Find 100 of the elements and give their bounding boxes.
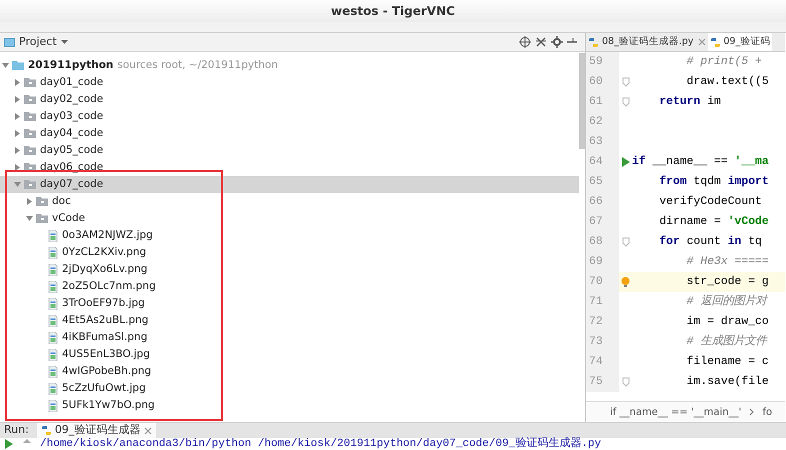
console-output: /home/kiosk/anaconda3/bin/python /home/kiosk/201911python/day07_code/09_验证码生成器.py: [40, 438, 602, 450]
tree-item[interactable]: 201911python sources root, ~/201911python: [0, 57, 579, 74]
line-number: 70: [586, 272, 619, 292]
code-line: dirname = 'vCode: [658, 214, 769, 230]
image-file-icon: [48, 348, 58, 360]
editor-tab[interactable]: 08_验证码生成器.py: [586, 33, 708, 51]
tree-item[interactable]: day01_code: [0, 74, 579, 91]
scrollbar-thumb[interactable]: [579, 53, 585, 149]
tree-label: 4wIGPobeBh.png: [62, 364, 152, 379]
line-number: 60: [586, 72, 619, 92]
run-icon[interactable]: [620, 157, 630, 167]
close-icon[interactable]: [144, 426, 152, 434]
project-icon: [4, 36, 15, 48]
tree-label: 4iKBFumaSl.png: [62, 330, 148, 345]
expand-arrow-icon[interactable]: [14, 79, 20, 86]
tree-item[interactable]: 0YzCL2KXiv.png: [0, 244, 579, 261]
line-number: 65: [586, 172, 619, 192]
code-line: from tqdm import: [658, 174, 769, 190]
image-file-icon: [48, 298, 58, 310]
line-number: 64: [586, 152, 619, 172]
chevron-icon: [749, 408, 754, 416]
code-line: # 生成图片文件: [686, 334, 766, 350]
close-icon[interactable]: [698, 38, 706, 46]
collapse-arrow-icon[interactable]: [14, 181, 20, 188]
run-label: Run:: [4, 422, 29, 438]
line-number: 72: [586, 312, 619, 332]
breadcrumb-item[interactable]: if __name__ == '__main__': [610, 404, 742, 420]
line-number: 61: [586, 92, 619, 112]
line-number: 67: [586, 212, 619, 232]
line-number: 66: [586, 192, 619, 212]
image-file-icon: [48, 280, 58, 292]
tree-item[interactable]: day02_code: [0, 91, 579, 108]
caret-icon[interactable]: [60, 40, 68, 44]
tree-label: day07_code: [40, 176, 104, 192]
panel-title[interactable]: Project: [19, 34, 57, 50]
tree-label: 2jDyqXo6Lv.png: [62, 262, 148, 277]
tree-item[interactable]: doc: [0, 193, 579, 210]
code-line: if __name__ == '__ma: [632, 154, 769, 170]
tree-label: day05_code: [40, 142, 104, 158]
breadcrumb-item[interactable]: fo: [762, 404, 772, 420]
line-number: 68: [586, 232, 619, 252]
image-file-icon: [48, 230, 58, 242]
run-tab[interactable]: 09_验证码生成器: [36, 423, 156, 438]
tree-item[interactable]: 2oZ5OLc7nm.png: [0, 278, 579, 295]
expand-arrow-icon[interactable]: [14, 147, 20, 154]
folder-icon: [24, 94, 36, 105]
expand-arrow-icon[interactable]: [14, 96, 20, 103]
tree-item[interactable]: 5cZzUfuOwt.jpg: [0, 380, 579, 397]
tree-item[interactable]: day04_code: [0, 125, 579, 142]
image-file-icon: [48, 382, 58, 394]
tree-label: day04_code: [40, 126, 104, 141]
line-number: 75: [586, 372, 619, 392]
target-icon[interactable]: [519, 36, 531, 48]
fold-icon[interactable]: [622, 237, 630, 247]
folder-icon: [24, 128, 36, 139]
expand-arrow-icon[interactable]: [26, 198, 32, 205]
tree-label: 2oZ5OLc7nm.png: [62, 278, 156, 294]
code-line: filename = c: [686, 354, 769, 370]
tree-label: day06_code: [40, 160, 104, 175]
code-line: str_code = g: [686, 274, 769, 290]
expand-arrow-icon[interactable]: [14, 164, 20, 171]
collapse-arrow-icon[interactable]: [26, 215, 32, 222]
folder-icon: [24, 179, 36, 190]
folder-icon: [36, 196, 48, 207]
tree-item[interactable]: vCode: [0, 210, 579, 227]
tree-item[interactable]: day07_code: [0, 176, 579, 193]
tree-label: 5UFk1Yw7bO.png: [62, 398, 155, 413]
window-title: westos - TigerVNC: [331, 3, 455, 20]
expand-arrow-icon[interactable]: [14, 130, 20, 137]
tree-item[interactable]: 4wIGPobeBh.png: [0, 363, 579, 380]
collapse-icon[interactable]: [535, 36, 547, 48]
tree-label: 0YzCL2KXiv.png: [62, 244, 146, 260]
python-file-icon: [588, 36, 598, 48]
tree-item[interactable]: 4Et5As2uBL.png: [0, 312, 579, 329]
tree-item[interactable]: 0o3AM2NJWZ.jpg: [0, 227, 579, 244]
tree-item[interactable]: 3TrOoEF97b.jpg: [0, 295, 579, 312]
code-line: verifyCodeCount: [658, 194, 762, 210]
line-number: 74: [586, 352, 619, 372]
tree-item[interactable]: day05_code: [0, 142, 579, 159]
image-file-icon: [48, 332, 58, 344]
tree-item[interactable]: 5UFk1Yw7bO.png: [0, 397, 579, 414]
tree-item[interactable]: 2jDyqXo6Lv.png: [0, 261, 579, 278]
code-line: draw.text((5: [686, 74, 769, 90]
image-file-icon: [48, 366, 58, 378]
collapse-arrow-icon[interactable]: [2, 62, 8, 69]
python-file-icon: [710, 36, 720, 48]
tree-label: 201911python: [28, 58, 114, 73]
fold-icon[interactable]: [622, 377, 630, 387]
bulb-icon[interactable]: [621, 277, 630, 287]
settings-icon[interactable]: [551, 36, 563, 48]
tree-label: vCode: [52, 210, 86, 226]
editor-tab[interactable]: 09_验证码: [708, 33, 772, 51]
tree-item[interactable]: 4iKBFumaSl.png: [0, 329, 579, 346]
tree-item[interactable]: day03_code: [0, 108, 579, 125]
code-line: im.save(file: [686, 374, 769, 390]
tree-label: 3TrOoEF97b.jpg: [62, 296, 145, 311]
folder-icon: [24, 145, 36, 156]
tree-item[interactable]: 4US5EnL3BO.jpg: [0, 346, 579, 363]
expand-arrow-icon[interactable]: [14, 113, 20, 120]
tree-item[interactable]: day06_code: [0, 159, 579, 176]
